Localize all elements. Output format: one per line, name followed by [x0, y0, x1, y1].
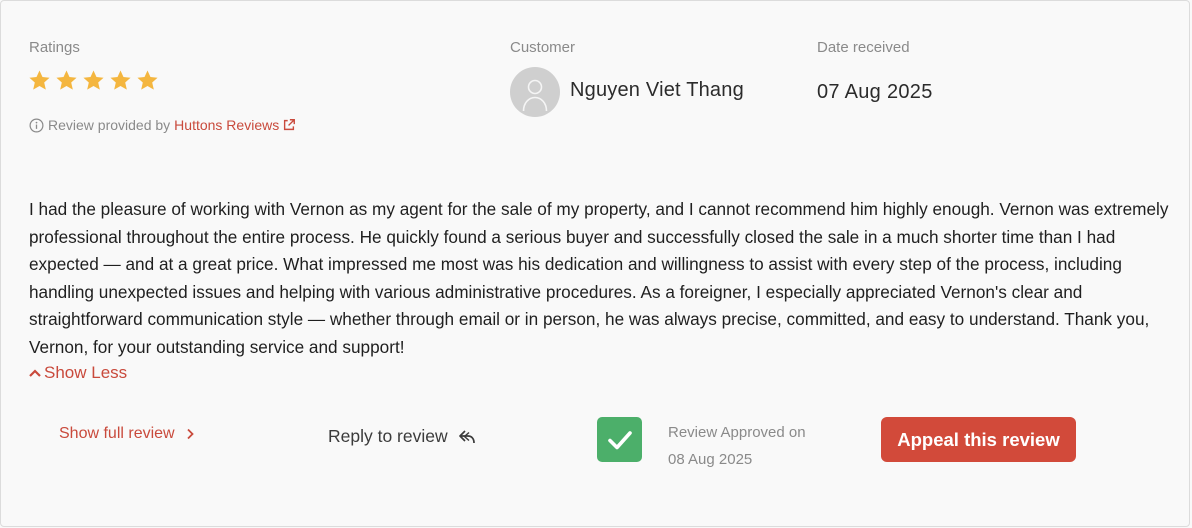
show-full-review-label: Show full review: [59, 425, 175, 442]
star-rating: [28, 69, 159, 92]
appeal-review-button[interactable]: Appeal this review: [881, 417, 1076, 462]
customer-label: Customer: [510, 39, 576, 56]
huttons-reviews-link[interactable]: Huttons Reviews: [174, 117, 296, 133]
review-approved-date: 08 Aug 2025: [668, 451, 753, 468]
review-approved-info: Review Approved on 08 Aug 2025: [668, 419, 806, 473]
avatar: [510, 67, 560, 117]
customer-name: Nguyen Viet Thang: [570, 79, 744, 101]
star-icon: [56, 70, 77, 90]
checkmark-icon: [607, 430, 632, 449]
review-card: Ratings Review provided by Huttons Revie…: [0, 0, 1190, 527]
approved-status-badge: [597, 417, 642, 462]
reply-to-review-label: Reply to review: [328, 426, 448, 446]
chevron-right-icon: [186, 428, 194, 440]
show-less-button[interactable]: Show Less: [28, 363, 127, 383]
show-less-label: Show Less: [44, 363, 128, 382]
review-source-prefix: Review provided by: [48, 117, 171, 133]
info-icon: [29, 118, 44, 132]
date-received-label: Date received: [817, 39, 910, 56]
star-icon: [29, 70, 50, 90]
reply-icon: [458, 429, 475, 443]
user-avatar-icon: [522, 79, 548, 112]
chevron-up-icon: [29, 369, 41, 377]
star-icon: [137, 70, 158, 90]
ratings-label: Ratings: [29, 39, 80, 56]
date-received-value: 07 Aug 2025: [817, 81, 933, 103]
review-approved-label: Review Approved on: [668, 424, 806, 441]
review-text: I had the pleasure of working with Verno…: [29, 199, 1169, 357]
reply-to-review-button[interactable]: Reply to review: [328, 426, 476, 447]
show-full-review-button[interactable]: Show full review: [59, 425, 195, 443]
external-link-icon: [284, 119, 296, 131]
star-icon: [110, 70, 131, 90]
huttons-reviews-link-label: Huttons Reviews: [174, 117, 280, 133]
review-source: Review provided by Huttons Reviews: [29, 117, 296, 133]
star-icon: [83, 70, 104, 90]
